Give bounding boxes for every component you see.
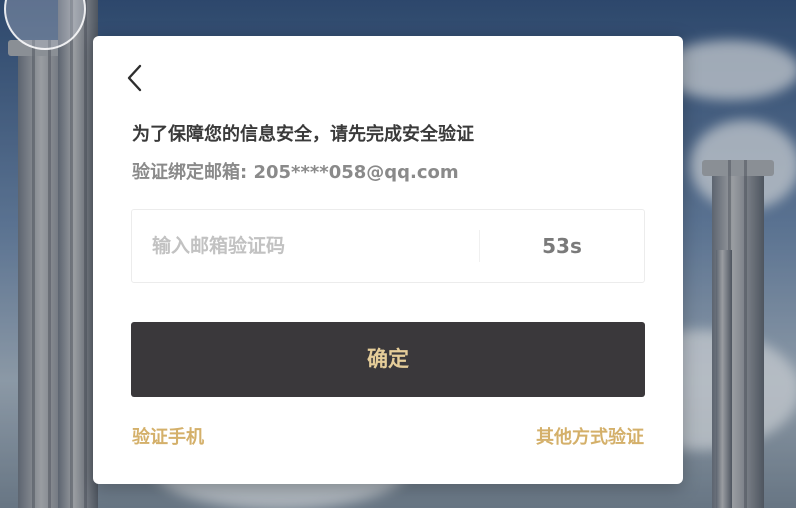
bound-email-text: 验证绑定邮箱: 205****058@qq.com bbox=[132, 162, 459, 183]
other-verification-link[interactable]: 其他方式验证 bbox=[536, 423, 644, 449]
email-code-input[interactable] bbox=[132, 210, 478, 282]
resend-countdown: 53s bbox=[542, 234, 582, 258]
verify-phone-link[interactable]: 验证手机 bbox=[132, 423, 204, 449]
back-button[interactable] bbox=[121, 64, 149, 92]
chevron-left-icon bbox=[127, 64, 142, 92]
confirm-button[interactable]: 确定 bbox=[131, 322, 645, 397]
verification-code-box: 53s bbox=[131, 209, 645, 283]
security-verification-dialog: 为了保障您的信息安全，请先完成安全验证 验证绑定邮箱: 205****058@q… bbox=[93, 36, 683, 484]
security-notice-text: 为了保障您的信息安全，请先完成安全验证 bbox=[132, 124, 474, 145]
